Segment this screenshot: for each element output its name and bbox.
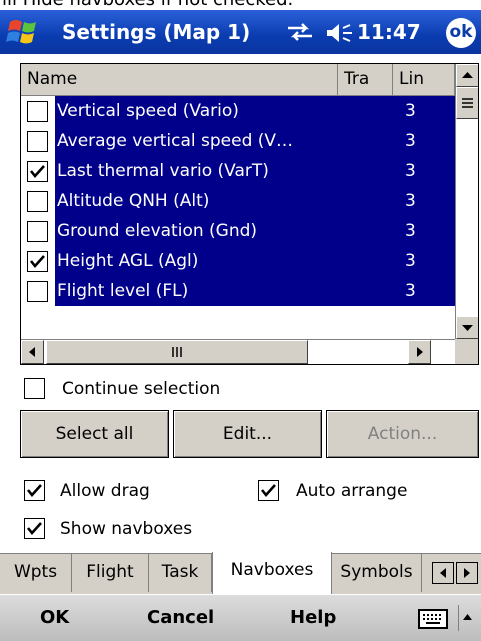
tab-scroll-left-button[interactable] xyxy=(432,562,454,584)
row-lin: 3 xyxy=(338,276,455,306)
row-lin: 3 xyxy=(338,216,455,246)
scroll-right-button[interactable] xyxy=(408,340,431,364)
arrow-right-icon xyxy=(464,568,470,578)
select-all-button[interactable]: Select all xyxy=(20,410,169,458)
vertical-scrollbar[interactable] xyxy=(455,64,478,339)
tab-wpts[interactable]: Wpts xyxy=(0,554,72,592)
list-item[interactable]: Ground elevation (Gnd) 3 xyxy=(21,216,455,246)
horizontal-scroll-thumb[interactable] xyxy=(46,340,308,364)
list-item[interactable]: Height AGL (Agl) 3 xyxy=(21,246,455,276)
row-checkbox[interactable] xyxy=(27,131,48,152)
clock: 11:47 xyxy=(357,20,421,44)
caption-text: ill Hide navboxes if not checked. xyxy=(2,0,293,10)
grip-icon xyxy=(172,347,182,357)
row-lin: 3 xyxy=(338,126,455,156)
check-icon xyxy=(26,484,42,498)
menu-ok[interactable]: OK xyxy=(40,607,69,628)
tab-flight[interactable]: Flight xyxy=(72,554,149,592)
row-name: Average vertical speed (V… xyxy=(55,126,338,156)
check-icon xyxy=(26,522,42,536)
volume-icon[interactable] xyxy=(326,22,354,44)
grip-icon xyxy=(462,98,473,108)
check-icon xyxy=(29,165,45,179)
horizontal-scrollbar[interactable] xyxy=(21,339,455,364)
show-navboxes-label: Show navboxes xyxy=(60,519,193,539)
input-panel-toggle[interactable] xyxy=(458,605,476,631)
list-item[interactable]: Average vertical speed (V… 3 xyxy=(21,126,455,156)
tab-task[interactable]: Task xyxy=(149,554,212,592)
check-icon xyxy=(260,484,276,498)
row-lin: 3 xyxy=(338,96,455,126)
auto-arrange-checkbox[interactable] xyxy=(258,480,279,501)
list-item[interactable]: Flight level (FL) 3 xyxy=(21,276,455,306)
row-checkbox[interactable] xyxy=(27,221,48,242)
arrow-up-icon xyxy=(462,72,473,78)
auto-arrange-label: Auto arrange xyxy=(296,481,408,501)
vertical-scroll-thumb[interactable] xyxy=(456,87,478,119)
tab-navboxes[interactable]: Navboxes xyxy=(212,552,332,594)
list-header: Name Tra Lin xyxy=(21,64,455,96)
list-item[interactable]: Last thermal vario (VarT) 3 xyxy=(21,156,455,186)
column-header-tra[interactable]: Tra xyxy=(338,64,393,96)
action-button[interactable]: Action... xyxy=(326,410,479,458)
row-lin: 3 xyxy=(338,246,455,276)
row-checkbox[interactable] xyxy=(27,281,48,302)
edit-button[interactable]: Edit... xyxy=(173,410,322,458)
row-name: Flight level (FL) xyxy=(55,276,338,306)
tab-symbols[interactable]: Symbols xyxy=(332,554,422,592)
keyboard-icon[interactable] xyxy=(418,609,448,629)
scroll-left-button[interactable] xyxy=(21,340,44,364)
title-bar: Settings (Map 1) 11:47 ok xyxy=(0,10,481,54)
list-item[interactable]: Vertical speed (Vario) 3 xyxy=(21,96,455,126)
arrow-down-icon xyxy=(462,325,473,331)
allow-drag-checkbox[interactable] xyxy=(24,480,45,501)
window-title: Settings (Map 1) xyxy=(62,20,251,44)
arrow-right-icon xyxy=(417,347,423,357)
allow-drag-label: Allow drag xyxy=(60,481,150,501)
windows-start-icon[interactable] xyxy=(6,16,40,48)
row-checkbox[interactable] xyxy=(27,191,48,212)
row-lin: 3 xyxy=(338,186,455,216)
row-checkbox[interactable] xyxy=(27,251,48,272)
arrow-left-icon xyxy=(29,347,35,357)
row-name: Altitude QNH (Alt) xyxy=(55,186,338,216)
row-checkbox[interactable] xyxy=(27,101,48,122)
ok-button[interactable]: ok xyxy=(446,18,476,48)
navbox-list[interactable]: Name Tra Lin Vertical speed (Vario) 3 Av… xyxy=(20,63,479,365)
row-name: Height AGL (Agl) xyxy=(55,246,338,276)
tab-strip: Wpts Flight Task Navboxes Symbols xyxy=(0,552,481,594)
continue-selection-label: Continue selection xyxy=(62,379,221,399)
connectivity-icon[interactable] xyxy=(286,22,314,42)
list-rows: Vertical speed (Vario) 3 Average vertica… xyxy=(21,96,455,306)
menu-cancel[interactable]: Cancel xyxy=(147,607,214,628)
row-name: Ground elevation (Gnd) xyxy=(55,216,338,246)
row-name: Vertical speed (Vario) xyxy=(55,96,338,126)
show-navboxes-checkbox[interactable] xyxy=(24,518,45,539)
menu-bar: OK Cancel Help xyxy=(0,594,481,641)
check-icon xyxy=(29,255,45,269)
menu-help[interactable]: Help xyxy=(290,607,336,628)
row-checkbox[interactable] xyxy=(27,161,48,182)
arrow-left-icon xyxy=(440,568,446,578)
arrow-up-icon xyxy=(463,614,472,620)
scroll-down-button[interactable] xyxy=(456,316,478,339)
scroll-up-button[interactable] xyxy=(456,64,478,87)
list-item[interactable]: Altitude QNH (Alt) 3 xyxy=(21,186,455,216)
row-name: Last thermal vario (VarT) xyxy=(55,156,338,186)
scrollbar-corner xyxy=(455,339,478,364)
tab-scroll-right-button[interactable] xyxy=(456,562,478,584)
continue-selection-checkbox[interactable] xyxy=(24,378,45,399)
column-header-name[interactable]: Name xyxy=(21,64,338,96)
row-lin: 3 xyxy=(338,156,455,186)
column-header-lin[interactable]: Lin xyxy=(393,64,455,96)
caption-strip: ill Hide navboxes if not checked. xyxy=(0,0,481,10)
